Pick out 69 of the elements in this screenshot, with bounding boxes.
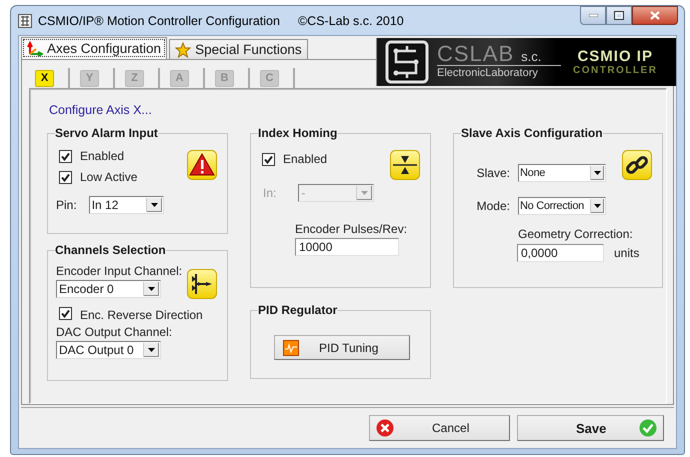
checkbox[interactable] — [59, 150, 72, 162]
dropdown[interactable]: None — [518, 164, 606, 182]
caret-icon — [594, 204, 601, 208]
group-title: PID Regulator — [258, 303, 338, 317]
unit-label: units — [614, 246, 640, 260]
checkbox-label: Enabled — [80, 149, 124, 163]
field-label: Mode: — [476, 199, 510, 213]
window-title: CSMIO/IP® Motion Controller Configuration — [38, 14, 280, 28]
checkbox-label: Low Active — [80, 170, 138, 184]
warning-icon — [187, 150, 217, 180]
circuit-logo-icon — [385, 40, 429, 84]
caret-icon — [594, 171, 601, 175]
product-name: CSMIO IP — [577, 48, 653, 64]
homing-icon — [390, 150, 420, 180]
close-button[interactable] — [632, 6, 678, 25]
field-label: Encoder Input Channel: — [56, 264, 184, 278]
check-mark-icon — [61, 152, 70, 160]
field-label: Encoder Pulses/Rev: — [295, 222, 408, 236]
maximize-icon — [614, 11, 624, 20]
star-icon — [175, 42, 192, 58]
split-arrows-icon — [187, 269, 217, 299]
field-label: Geometry Correction: — [518, 227, 634, 241]
check-icon — [639, 419, 657, 437]
dropdown[interactable]: In 12 — [88, 196, 164, 214]
field-label: DAC Output Channel: — [56, 325, 174, 339]
check-mark-icon — [61, 308, 70, 318]
group-title: Slave Axis Configuration — [461, 126, 603, 140]
chain-link-icon — [622, 150, 652, 180]
caret-icon — [150, 203, 158, 207]
close-icon — [650, 11, 660, 20]
input-field[interactable]: 10000 — [295, 238, 399, 256]
tab[interactable]: Special Functions — [169, 39, 308, 59]
axis-heading: Configure Axis X... — [49, 103, 153, 119]
checkbox[interactable] — [59, 170, 72, 184]
checkbox[interactable] — [59, 306, 72, 320]
minimize-button[interactable] — [580, 6, 606, 25]
dropdown[interactable]: Encoder 0 — [56, 280, 161, 298]
caret-icon — [361, 191, 368, 195]
dropdown[interactable]: No Correction — [518, 197, 606, 215]
group-title: Channels Selection — [55, 243, 166, 257]
grid-icon — [18, 14, 32, 28]
product-subtitle: CONTROLLER — [573, 64, 658, 76]
caret-icon — [148, 348, 155, 352]
save-button[interactable]: Save — [517, 415, 664, 441]
pid-tuning-button[interactable]: PID Tuning — [274, 335, 410, 360]
cancel-icon — [376, 419, 394, 437]
group-title: Index Homing — [258, 126, 338, 140]
checkbox-label: Enc. Reverse Direction — [80, 308, 203, 322]
tab[interactable]: Axes Configuration — [21, 37, 168, 59]
field-label: In: — [263, 186, 276, 200]
dropdown[interactable]: DAC Output 0 — [56, 341, 161, 359]
cancel-button[interactable]: Cancel — [369, 415, 510, 441]
minimize-icon — [588, 14, 598, 17]
field-label: Pin: — [56, 198, 77, 212]
field-label: Slave: — [476, 166, 510, 180]
checkbox[interactable] — [262, 152, 275, 166]
check-mark-icon — [61, 172, 70, 182]
input-field[interactable]: 0,0000 — [517, 244, 604, 262]
checkbox-label: Enabled — [283, 152, 328, 166]
brand-subtitle: ElectronicLaboratory — [437, 66, 539, 81]
check-mark-icon — [264, 154, 273, 164]
brand-suffix: s.c. — [521, 49, 542, 64]
brand-name: CSLAB — [437, 43, 514, 65]
copyright-text: ©CS-Lab s.c. 2010 — [298, 14, 404, 28]
maximize-button[interactable] — [606, 6, 632, 25]
axes-arrows-icon — [27, 40, 43, 56]
waveform-icon — [283, 340, 299, 356]
caret-icon — [148, 287, 155, 291]
group-title: Servo Alarm Input — [55, 126, 158, 140]
